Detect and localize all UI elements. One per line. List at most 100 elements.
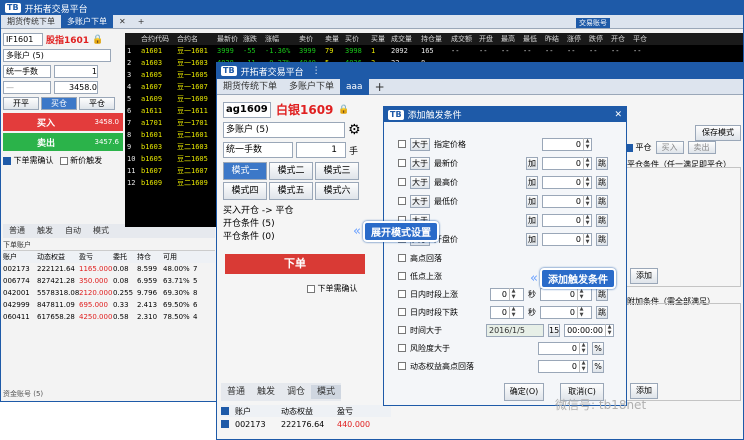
intraday-down-input[interactable]: 0 ▲ ▼ — [490, 305, 524, 319]
account-select[interactable]: 多账户 (5) — [3, 49, 111, 62]
save-mode-button[interactable]: 保存模式 — [695, 125, 741, 141]
operator-select[interactable]: 大于 — [410, 175, 430, 189]
cond-value-input[interactable]: 0 ▲ ▼ — [542, 156, 592, 170]
cond-low-rise[interactable]: 低点上涨 — [398, 269, 442, 283]
dir-buy-button[interactable]: 买仓 — [41, 97, 77, 110]
grid-header-cell[interactable]: 合约名 — [175, 33, 215, 45]
date-input[interactable]: 2016/1/5 — [486, 323, 544, 337]
add-close-cond-button[interactable]: 添加 — [630, 268, 658, 284]
grid-header-cell[interactable]: 卖价 — [297, 33, 323, 45]
tab-add-button[interactable]: + — [132, 15, 151, 28]
tab-trigger[interactable]: 触发 — [31, 224, 59, 238]
calendar-icon[interactable]: 15 — [548, 323, 560, 337]
grid-header-cell[interactable]: 买价 — [343, 33, 369, 45]
grid-header-cell[interactable]: 开盘 — [477, 33, 499, 45]
price-trigger-checkbox[interactable]: 新价触发 — [59, 155, 102, 166]
mode-5-button[interactable]: 模式五 — [269, 182, 313, 200]
tab-trigger-2[interactable]: 触发 — [251, 385, 281, 399]
tab-mode[interactable]: 模式 — [87, 224, 115, 238]
intraday-up-input[interactable]: 0 ▲ ▼ — [490, 287, 524, 301]
close-pos-checkbox[interactable]: 平仓 — [625, 142, 652, 153]
grid-header-cell[interactable]: 卖量 — [323, 33, 343, 45]
tab-normal[interactable]: 普通 — [3, 224, 31, 238]
account-row[interactable]: 060411 617658.28 4250.000 0.58 2.310 78.50% 4 — [3, 311, 215, 323]
grid-header-cell[interactable]: 成交额 — [449, 33, 477, 45]
grid-header-cell[interactable] — [125, 33, 139, 45]
intraday-up-jump[interactable]: 0 ▲ ▼ — [540, 287, 592, 301]
account-row[interactable]: 042001 5578318.08 2120.000 0.255 9.796 69.30%… — [3, 287, 215, 299]
tab-normal-2[interactable]: 普通 — [221, 385, 251, 399]
tab-aaa[interactable]: aaa — [340, 78, 369, 95]
grid-header-cell[interactable]: 最低 — [521, 33, 543, 45]
grid-header-cell[interactable]: 昨结 — [543, 33, 565, 45]
mode-4-button[interactable]: 模式四 — [223, 182, 267, 200]
lock-icon-2[interactable]: 🔒 — [338, 105, 349, 115]
order-confirm-checkbox[interactable]: 下单需确认 — [307, 283, 358, 294]
qty-input[interactable]: 1 — [54, 65, 98, 78]
confirm-checkbox[interactable]: 下单需确认 — [3, 155, 54, 166]
cond-value-input[interactable]: 0 ▲ ▼ — [542, 175, 592, 189]
grid-header-cell[interactable]: 最新价 — [215, 33, 241, 45]
price-type[interactable]: — — [3, 81, 51, 94]
account-select-2[interactable]: 多账户 (5) — [223, 122, 345, 138]
order-button[interactable]: 下单 — [225, 254, 365, 274]
risk-checkbox[interactable] — [398, 344, 406, 352]
tab-multi-account[interactable]: 多账户下单 — [61, 15, 113, 28]
risk-input[interactable]: 0 ▲ ▼ — [538, 341, 588, 355]
cond-checkbox[interactable] — [398, 178, 406, 186]
cond-value-input[interactable]: 0 ▲ ▼ — [542, 213, 592, 227]
quote-row[interactable]: 1 a1601 豆一1601 3999 -55 -1.36% 3999 79 3998 1 2092… — [125, 45, 743, 57]
dialog-close-icon[interactable]: ✕ — [614, 110, 622, 120]
tab-close-button[interactable]: ✕ — [113, 15, 132, 28]
cond-checkbox[interactable] — [398, 159, 406, 167]
grid-header-cell[interactable]: 合约代码 — [139, 33, 175, 45]
cond-value-input[interactable]: 0 ▲ ▼ — [542, 194, 592, 208]
cond-value-input[interactable]: 0 ▲ ▼ — [542, 137, 592, 151]
qty-input-2[interactable]: 1 — [296, 142, 346, 158]
mode-6-button[interactable]: 模式六 — [315, 182, 359, 200]
grid-header-cell[interactable]: 成交量 — [389, 33, 419, 45]
tab-add-button-2[interactable]: + — [369, 80, 391, 94]
cond-checkbox[interactable] — [398, 197, 406, 205]
tab-adjust-2[interactable]: 调仓 — [281, 385, 311, 399]
account-row[interactable]: 042999 847811.09 695.000 0.33 2.413 69.50% 6 — [3, 299, 215, 311]
grid-header-cell[interactable]: 平仓 — [631, 33, 653, 45]
grid-header-cell[interactable]: 涨幅 — [263, 33, 297, 45]
grid-header-cell[interactable]: 开仓 — [609, 33, 631, 45]
cond-high-drop[interactable]: 高点回落 — [398, 251, 442, 265]
buy-button[interactable]: 买入 3458.0 — [3, 113, 123, 131]
gear-icon[interactable]: ⚙ — [348, 122, 361, 138]
tab-mode-2[interactable]: 模式 — [311, 385, 342, 399]
sell-button[interactable]: 卖出 3457.6 — [3, 133, 123, 151]
right-buy-button[interactable]: 买入 — [655, 141, 684, 154]
tab-auto[interactable]: 自动 — [59, 224, 87, 238]
grid-header-cell[interactable]: 持仓量 — [419, 33, 449, 45]
tab-traditional[interactable]: 期货传统下单 — [1, 15, 61, 28]
cond-value-input[interactable]: 0 ▲ ▼ — [542, 232, 592, 246]
close-conditions[interactable]: 平仓条件 (0) — [223, 231, 373, 244]
mode-1-button[interactable]: 模式一 — [223, 162, 267, 180]
dyn-equity-input[interactable]: 0 ▲ ▼ — [538, 359, 588, 373]
price-input[interactable]: 3458.0 — [54, 81, 98, 94]
tab-multi-2[interactable]: 多账户下单 — [283, 80, 340, 94]
dir-close-button[interactable]: 平仓 — [79, 97, 115, 110]
lock-icon[interactable]: 🔒 — [92, 35, 103, 45]
grid-header-cell[interactable]: 涨停 — [565, 33, 587, 45]
right-sell-button[interactable]: 卖出 — [687, 141, 716, 154]
intraday-down-checkbox[interactable] — [398, 308, 406, 316]
account-row[interactable]: 006774 827421.28 350.000 0.08 6.959 63.71% 5 — [3, 275, 215, 287]
time-input[interactable]: 00:00:00 ▲ ▼ — [564, 323, 614, 337]
intraday-up-checkbox[interactable] — [398, 290, 406, 298]
dir-open-button[interactable]: 开平 — [3, 97, 39, 110]
cond-checkbox[interactable] — [398, 140, 406, 148]
more-icon[interactable]: ⋮ — [312, 66, 321, 76]
tab-traditional-2[interactable]: 期货传统下单 — [217, 80, 283, 94]
open-conditions[interactable]: 开仓条件 (5) — [223, 218, 373, 231]
ok-button[interactable]: 确定(O) — [504, 383, 544, 401]
contract-input-2[interactable]: ag1609 — [223, 101, 271, 118]
contract-input[interactable]: IF1601 — [3, 33, 43, 46]
operator-select[interactable]: 大于 — [410, 156, 430, 170]
dyn-equity-checkbox[interactable] — [398, 362, 406, 370]
intraday-down-jump[interactable]: 0 ▲ ▼ — [540, 305, 592, 319]
mode-2-button[interactable]: 模式二 — [269, 162, 313, 180]
